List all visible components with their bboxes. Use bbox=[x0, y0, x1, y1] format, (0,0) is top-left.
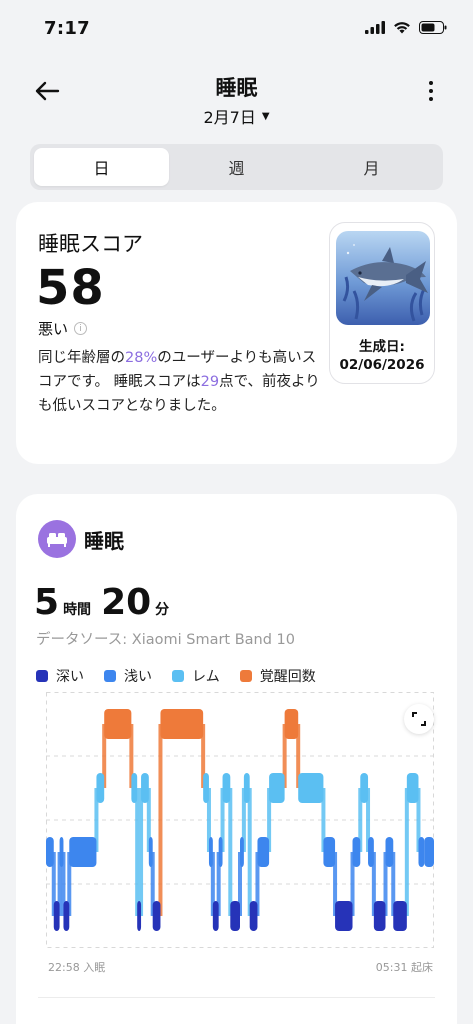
score-value: 58 bbox=[36, 260, 105, 316]
legend-label-awake: 覚醒回数 bbox=[259, 669, 316, 685]
more-options-button[interactable] bbox=[421, 76, 441, 106]
sleep-segment-24 bbox=[284, 709, 299, 739]
sleep-segment-27 bbox=[335, 901, 353, 931]
legend-swatch-deep bbox=[36, 670, 48, 682]
sleep-detail-card[interactable]: 睡眠 5 時間 20 分 データソース: Xiaomi Smart Band 1… bbox=[16, 494, 457, 1024]
status-icons bbox=[365, 21, 447, 34]
legend-swatch-light bbox=[104, 670, 116, 682]
sleep-segment-22 bbox=[257, 837, 270, 867]
stage-connector bbox=[228, 788, 233, 916]
sleep-segment-36 bbox=[424, 837, 434, 867]
legend-label-rem: レム bbox=[192, 669, 220, 685]
sleep-start-time: 22:58 入眠 bbox=[48, 961, 106, 974]
legend-item-light: 浅い bbox=[104, 666, 152, 686]
legend-item-awake: 覚醒回数 bbox=[239, 666, 316, 686]
sleep-segment-30 bbox=[368, 837, 374, 867]
divider bbox=[38, 997, 435, 998]
cellular-signal-icon bbox=[365, 21, 385, 34]
sleep-segment-18 bbox=[230, 901, 240, 931]
score-title: 睡眠スコア bbox=[38, 232, 143, 256]
sleep-segment-28 bbox=[352, 837, 361, 867]
sleep-segment-17 bbox=[222, 773, 231, 803]
score-level: 悪い i bbox=[38, 318, 88, 339]
legend-item-deep: 深い bbox=[36, 666, 84, 686]
expand-icon bbox=[412, 712, 426, 726]
stage-connector bbox=[139, 788, 144, 916]
sleep-segment-23 bbox=[269, 773, 285, 803]
sleep-segment-15 bbox=[212, 901, 219, 931]
sleep-segment-2 bbox=[59, 837, 64, 867]
status-bar: 7:17 bbox=[0, 0, 473, 58]
sleep-segment-12 bbox=[160, 709, 204, 739]
legend-swatch-awake bbox=[239, 670, 252, 682]
stage-connector bbox=[158, 724, 163, 916]
sleep-segment-20 bbox=[243, 773, 250, 803]
legend-label-deep: 深い bbox=[56, 669, 84, 685]
wake-time: 05:31 起床 bbox=[375, 961, 433, 974]
sleep-segment-31 bbox=[373, 901, 386, 931]
badge-label: 生成日: bbox=[359, 339, 405, 355]
more-vertical-icon bbox=[429, 81, 433, 85]
shark-badge-card[interactable]: 生成日: 02/06/2026 bbox=[329, 222, 435, 384]
sleep-segment-26 bbox=[323, 837, 336, 867]
legend-swatch-rem bbox=[172, 670, 184, 682]
sleep-segment-19 bbox=[240, 837, 244, 867]
sleep-section-title: 睡眠 bbox=[84, 529, 124, 553]
info-icon[interactable]: i bbox=[74, 322, 88, 335]
legend-label-light: 浅い bbox=[124, 669, 152, 685]
sleep-segment-9 bbox=[141, 773, 149, 803]
sleep-segment-5 bbox=[96, 773, 105, 803]
sleep-segment-25 bbox=[298, 773, 324, 803]
wifi-icon bbox=[394, 22, 410, 34]
nav-header: 睡眠 2月7日 ▼ bbox=[0, 62, 473, 132]
tab-day[interactable]: 日 bbox=[34, 148, 169, 186]
badge-date: 02/06/2026 bbox=[339, 357, 425, 373]
duration-hours: 5 bbox=[34, 582, 60, 623]
sleep-segment-33 bbox=[393, 901, 407, 931]
sleep-segment-32 bbox=[385, 837, 394, 867]
sleep-segment-16 bbox=[218, 837, 223, 867]
page-title: 睡眠 bbox=[215, 76, 258, 100]
sleep-segment-35 bbox=[418, 837, 425, 867]
stage-connector bbox=[247, 788, 252, 916]
chart-legend: 深い 浅い レム 覚醒回数 bbox=[36, 666, 316, 686]
sleep-stage-chart[interactable] bbox=[46, 692, 434, 952]
sleep-segment-7 bbox=[131, 773, 138, 803]
sleep-segment-13 bbox=[203, 773, 209, 803]
sleep-segment-4 bbox=[69, 837, 97, 867]
bed-icon bbox=[38, 520, 76, 558]
battery-icon bbox=[419, 21, 447, 34]
sleep-segment-6 bbox=[104, 709, 132, 739]
sleep-duration: 5 時間 20 分 bbox=[34, 582, 175, 623]
sleep-segment-1 bbox=[53, 901, 60, 931]
legend-item-rem: レム bbox=[172, 666, 220, 686]
sleep-segment-21 bbox=[249, 901, 258, 931]
data-source: データソース: Xiaomi Smart Band 10 bbox=[36, 632, 296, 648]
status-time: 7:17 bbox=[44, 18, 90, 39]
duration-minutes: 20 bbox=[101, 582, 152, 623]
sleep-segment-8 bbox=[137, 901, 142, 931]
score-description: 同じ年齢層の28%のユーザーよりも高いスコアです。 睡眠スコアは29点で、前夜よ… bbox=[38, 350, 320, 414]
caret-down-icon: ▼ bbox=[261, 110, 270, 122]
sleep-segment-10 bbox=[148, 837, 153, 867]
sleep-segment-34 bbox=[406, 773, 419, 803]
sleep-score-card[interactable]: 睡眠スコア 58 悪い i 同じ年齢層の28%のユーザーよりも高いスコアです。 … bbox=[16, 202, 457, 464]
sleep-segment-11 bbox=[152, 901, 161, 931]
sleep-segment-3 bbox=[63, 901, 70, 931]
score-level-label: 悪い bbox=[38, 320, 69, 338]
expand-chart-button[interactable] bbox=[404, 704, 434, 734]
tab-week[interactable]: 週 bbox=[169, 148, 304, 186]
date-picker[interactable]: 2月7日 ▼ bbox=[0, 104, 473, 128]
stage-connector bbox=[404, 788, 409, 916]
sleep-segment-29 bbox=[360, 773, 369, 803]
shark-illustration bbox=[336, 231, 430, 325]
period-tabs: 日 週 月 bbox=[30, 144, 443, 190]
tab-month[interactable]: 月 bbox=[304, 148, 439, 186]
stage-connector bbox=[135, 788, 140, 916]
duration-minutes-unit: 分 bbox=[155, 602, 170, 618]
duration-hours-unit: 時間 bbox=[63, 602, 92, 618]
sleep-segment-14 bbox=[208, 837, 213, 867]
date-label: 2月7日 bbox=[203, 108, 256, 127]
sleep-segment-0 bbox=[46, 837, 54, 867]
